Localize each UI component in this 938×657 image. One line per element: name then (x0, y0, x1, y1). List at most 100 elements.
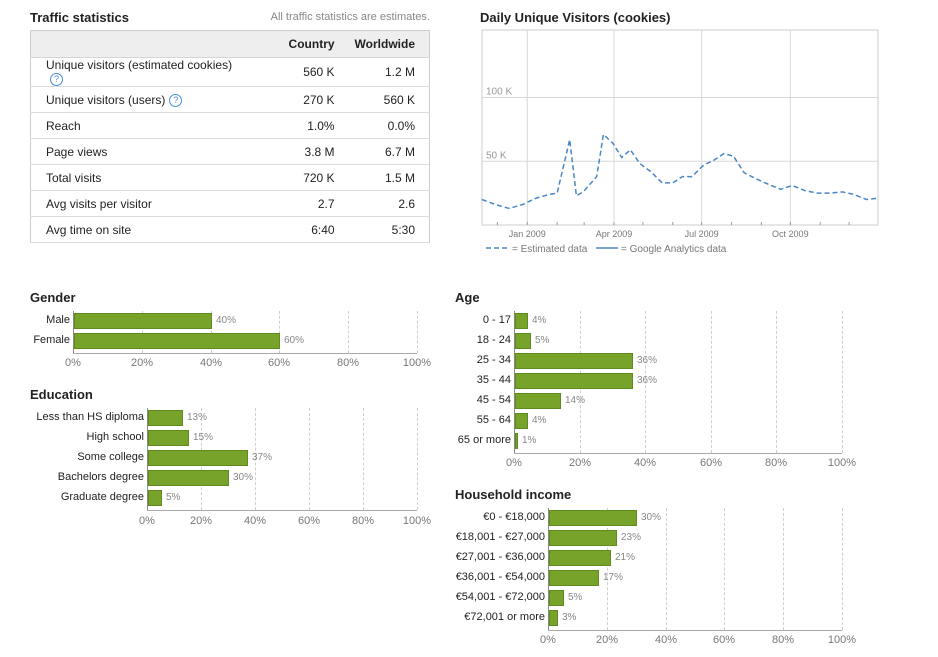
education-tick-label: 40% (243, 515, 267, 527)
income-bar (549, 530, 617, 546)
gender-bar (74, 333, 280, 349)
table-header-row: Country Worldwide (30, 30, 430, 58)
education-category-label: Less than HS diploma (36, 411, 144, 423)
x-tick-label: Jan 2009 (509, 229, 546, 239)
income-category-label: €0 - €18,000 (483, 511, 545, 523)
age-chart-title: Age (455, 290, 480, 305)
age-gridline (776, 311, 777, 453)
education-value-label: 37% (252, 452, 273, 463)
age-axis-baseline (514, 453, 842, 454)
income-category-label: €36,001 - €54,000 (455, 571, 545, 583)
gender-category-label: Female (33, 334, 70, 346)
country-value: 560 K (261, 57, 349, 87)
gender-tick-label: 100% (402, 357, 432, 369)
metric-label: Avg time on site (46, 222, 132, 237)
income-bar (549, 610, 558, 626)
country-value: 3.8 M (261, 138, 349, 165)
age-value-label: 4% (532, 315, 547, 326)
gender-tick-label: 20% (130, 357, 154, 369)
x-tick-label: Apr 2009 (596, 229, 633, 239)
gender-value-label: 60% (284, 335, 305, 346)
education-axis-baseline (147, 510, 417, 511)
age-value-label: 1% (522, 435, 537, 446)
age-bar (515, 413, 528, 429)
income-value-label: 5% (568, 592, 583, 603)
x-tick-label: Jul 2009 (685, 229, 719, 239)
income-value-label: 3% (562, 612, 577, 623)
gender-chart-title: Gender (30, 290, 76, 305)
age-tick-label: 0% (506, 457, 522, 469)
traffic-title: Traffic statistics (30, 10, 129, 25)
education-gridline (417, 408, 418, 510)
metric-label-cell: Total visits (30, 164, 262, 191)
table-header-blank (30, 30, 262, 58)
y-tick-label: 100 K (486, 87, 512, 98)
income-category-label: €18,001 - €27,000 (455, 531, 545, 543)
income-gridline (842, 508, 843, 630)
income-value-label: 17% (603, 572, 624, 583)
education-category-label: Some college (77, 451, 144, 463)
income-value-label: 21% (615, 552, 636, 563)
income-tick-label: 100% (827, 634, 857, 646)
help-question-icon[interactable]: ? (169, 93, 183, 107)
age-tick-label: 40% (633, 457, 657, 469)
country-value: 6:40 (261, 216, 349, 243)
age-bar (515, 333, 531, 349)
age-bar (515, 313, 528, 329)
income-tick-label: 20% (595, 634, 619, 646)
gender-gridline (417, 311, 418, 353)
country-value: 1.0% (261, 112, 349, 139)
table-row: Unique visitors (estimated cookies)? 560 … (30, 57, 430, 87)
education-value-label: 15% (193, 432, 214, 443)
column-header-country: Country (261, 30, 349, 58)
education-value-label: 5% (166, 492, 181, 503)
table-row: Unique visitors (users)? 270 K 560 K (30, 86, 430, 113)
education-gridline (309, 408, 310, 510)
age-category-label: 55 - 64 (476, 414, 511, 426)
age-category-label: 65 or more (457, 434, 511, 446)
education-value-label: 13% (187, 412, 208, 423)
income-tick-label: 80% (771, 634, 795, 646)
income-gridline (607, 508, 608, 630)
education-tick-label: 0% (139, 515, 155, 527)
education-bar (148, 470, 229, 486)
income-value-label: 23% (621, 532, 642, 543)
education-bar (148, 430, 189, 446)
help-question-icon[interactable]: ? (50, 73, 63, 86)
income-tick-label: 40% (654, 634, 678, 646)
education-tick-label: 100% (402, 515, 432, 527)
education-chart-title: Education (30, 387, 93, 402)
income-gridline (724, 508, 725, 630)
age-category-label: 25 - 34 (476, 354, 511, 366)
gender-bar (74, 313, 212, 329)
income-bar (549, 550, 611, 566)
age-gridline (711, 311, 712, 453)
country-value: 2.7 (261, 190, 349, 217)
worldwide-value: 0.0% (348, 112, 430, 139)
country-value: 720 K (261, 164, 349, 191)
education-tick-label: 20% (189, 515, 213, 527)
metric-label: Page views (46, 144, 108, 159)
gender-category-label: Male (46, 314, 70, 326)
metric-label-cell: Unique visitors (users)? (30, 86, 262, 113)
metric-label-cell: Page views (30, 138, 262, 165)
gender-gridline (348, 311, 349, 353)
age-bar (515, 433, 518, 449)
table-row: Avg visits per visitor 2.7 2.6 (30, 190, 430, 217)
income-category-label: €54,001 - €72,000 (455, 591, 545, 603)
age-tick-label: 80% (764, 457, 788, 469)
age-category-label: 0 - 17 (482, 314, 511, 326)
age-bar (515, 373, 633, 389)
gender-tick-label: 60% (267, 357, 291, 369)
education-gridline (363, 408, 364, 510)
age-tick-label: 60% (699, 457, 723, 469)
metric-label: Reach (46, 118, 81, 133)
income-category-label: €72,001 or more (464, 611, 545, 623)
metric-label: Unique visitors (users) (46, 92, 166, 107)
income-bar (549, 590, 564, 606)
age-value-label: 4% (532, 415, 547, 426)
age-category-label: 35 - 44 (476, 374, 511, 386)
age-bar (515, 353, 633, 369)
income-chart-title: Household income (455, 487, 572, 502)
worldwide-value: 560 K (348, 86, 430, 113)
